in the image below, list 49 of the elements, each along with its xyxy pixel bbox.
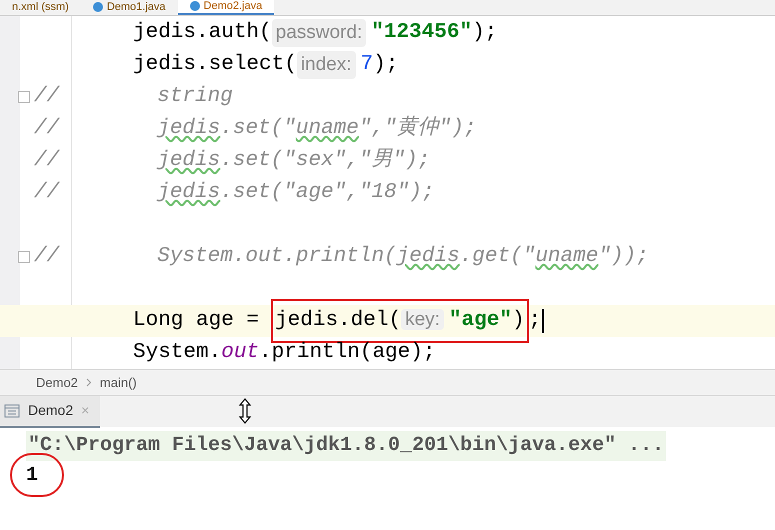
code-token: uname [296, 116, 359, 142]
fold-icon[interactable] [18, 91, 30, 103]
code-token: jedis.select( [133, 52, 297, 78]
class-file-icon [92, 2, 103, 12]
code-token: .get(" [460, 244, 536, 270]
code-token: .set(" [220, 116, 296, 142]
code-token: Long age = [133, 308, 260, 334]
code-token: System. [133, 340, 222, 366]
code-token: jedis [157, 180, 220, 206]
code-token: "123456" [371, 20, 472, 46]
code-token: ; [528, 308, 542, 334]
code-token: jedis [157, 116, 220, 142]
class-file-icon [190, 1, 200, 11]
comment-marker: // [34, 244, 60, 270]
code-token: jedis [157, 148, 220, 174]
code-token: jedis [396, 244, 460, 270]
code-token: jedis.auth( [133, 20, 272, 46]
code-token: .println(age); [259, 340, 436, 366]
console-icon [4, 404, 20, 418]
code-token: uname [535, 244, 598, 270]
text-cursor [542, 309, 544, 333]
console-output: 1 [26, 463, 38, 489]
run-tab[interactable]: Demo2 × [0, 396, 100, 428]
code-token: System.out.println( [157, 244, 397, 270]
parameter-hint: index: [296, 50, 356, 80]
code-token: 7 [360, 52, 374, 78]
comment-marker: // [34, 180, 60, 206]
code-token: ); [472, 20, 498, 46]
code-token: ")); [598, 244, 649, 270]
code-token: ); [373, 52, 398, 78]
editor-tab[interactable]: n.xml (ssm) [0, 0, 81, 15]
comment-marker: // [34, 116, 60, 142]
editor-tab[interactable]: Demo1.java [80, 0, 178, 15]
highlight-box: jedis.del( key: "age") [271, 299, 529, 343]
console-command: "C:\Program Files\Java\jdk1.8.0_201\bin\java.exe" ... [26, 431, 666, 461]
comment-marker: // [34, 148, 60, 174]
breadcrumb-item[interactable]: Demo2 [36, 372, 78, 392]
code-token: .set("sex","男"); [220, 148, 430, 174]
fold-icon[interactable] [18, 251, 30, 263]
resize-cursor-icon [238, 398, 252, 424]
editor-tab[interactable]: Demo2.java [178, 0, 274, 15]
comment-marker: // [34, 84, 60, 110]
parameter-hint: password: [272, 18, 366, 48]
code-token: string [157, 84, 233, 110]
code-token: out [221, 340, 260, 366]
breadcrumb-item[interactable]: main() [100, 372, 137, 392]
code-token: .set("age","18"); [220, 180, 434, 206]
chevron-icon [86, 378, 92, 387]
code-token: ","黄仲"); [358, 114, 476, 142]
